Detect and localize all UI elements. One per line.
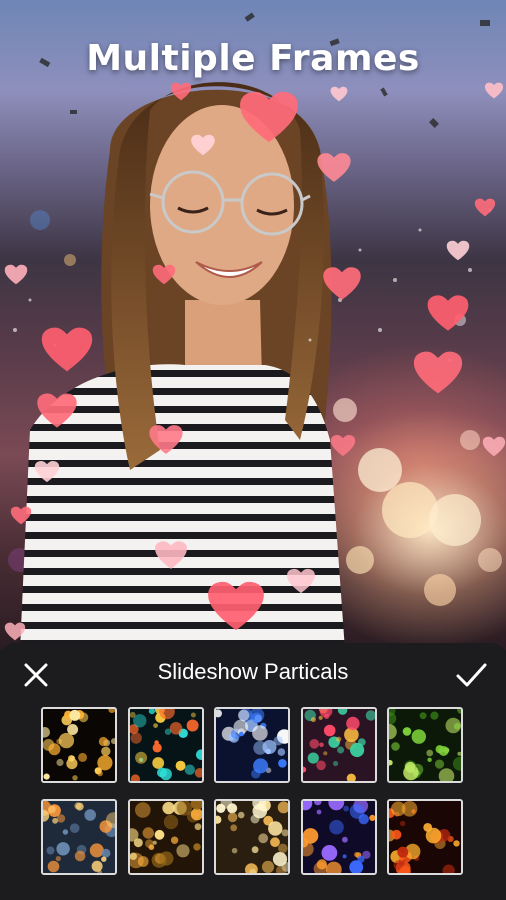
particles-panel: Slideshow Particals <box>0 643 506 900</box>
heart-icon <box>10 506 32 525</box>
heart-icon <box>152 264 176 285</box>
bokeh-preview <box>43 709 115 781</box>
heart-icon <box>330 86 348 102</box>
bokeh-preview <box>216 709 288 781</box>
heart-icon <box>149 425 183 454</box>
thumb-red-orange-bokeh[interactable] <box>387 799 463 875</box>
heart-icon <box>287 568 315 594</box>
page-title: Multiple Frames <box>86 38 420 79</box>
heart-icon <box>413 351 463 394</box>
thumb-city-bokeh[interactable] <box>41 799 117 875</box>
heart-icon <box>484 82 504 99</box>
heart-icon <box>34 460 60 483</box>
checkmark-icon <box>456 663 487 687</box>
bokeh-preview <box>389 709 461 781</box>
bokeh-preview <box>129 709 202 781</box>
thumb-golden-sparkle[interactable] <box>214 799 290 875</box>
heart-icon <box>323 267 361 300</box>
thumb-gold-bokeh[interactable] <box>41 707 117 783</box>
app-screen: Multiple Frames Slideshow Particals <box>0 0 506 900</box>
preview-photo: Multiple Frames <box>0 0 506 650</box>
bokeh-preview <box>302 801 375 873</box>
thumb-green-glitter[interactable] <box>387 707 463 783</box>
bokeh-preview <box>43 801 115 873</box>
bokeh-preview <box>389 801 461 873</box>
heart-icon <box>446 240 470 261</box>
heart-icon <box>330 434 356 457</box>
bokeh-preview <box>216 801 288 873</box>
thumb-blue-lights[interactable] <box>214 707 290 783</box>
thumb-teal-orange-bokeh[interactable] <box>127 707 204 783</box>
heart-icon <box>208 581 264 631</box>
heart-icon <box>155 541 187 569</box>
panel-title: Slideshow Particals <box>157 659 349 684</box>
heart-icon <box>427 295 469 331</box>
heart-icon <box>37 393 77 428</box>
heart-icon <box>41 327 93 372</box>
panel-header: Slideshow Particals <box>0 643 506 703</box>
heart-icon <box>317 153 351 182</box>
thumb-warm-gold-bokeh[interactable] <box>127 799 204 875</box>
bokeh-preview <box>129 801 202 873</box>
heart-icon <box>170 82 192 101</box>
heart-icon <box>240 91 298 143</box>
heart-icon <box>191 134 215 156</box>
bokeh-preview <box>302 709 375 781</box>
thumb-blue-purple-bokeh[interactable] <box>300 799 377 875</box>
heart-icon <box>482 436 506 457</box>
heart-icon <box>474 198 496 217</box>
thumb-colorful-bokeh[interactable] <box>300 707 377 783</box>
heart-icon <box>4 622 26 641</box>
confirm-button[interactable] <box>452 657 490 693</box>
heart-icon <box>4 264 28 285</box>
